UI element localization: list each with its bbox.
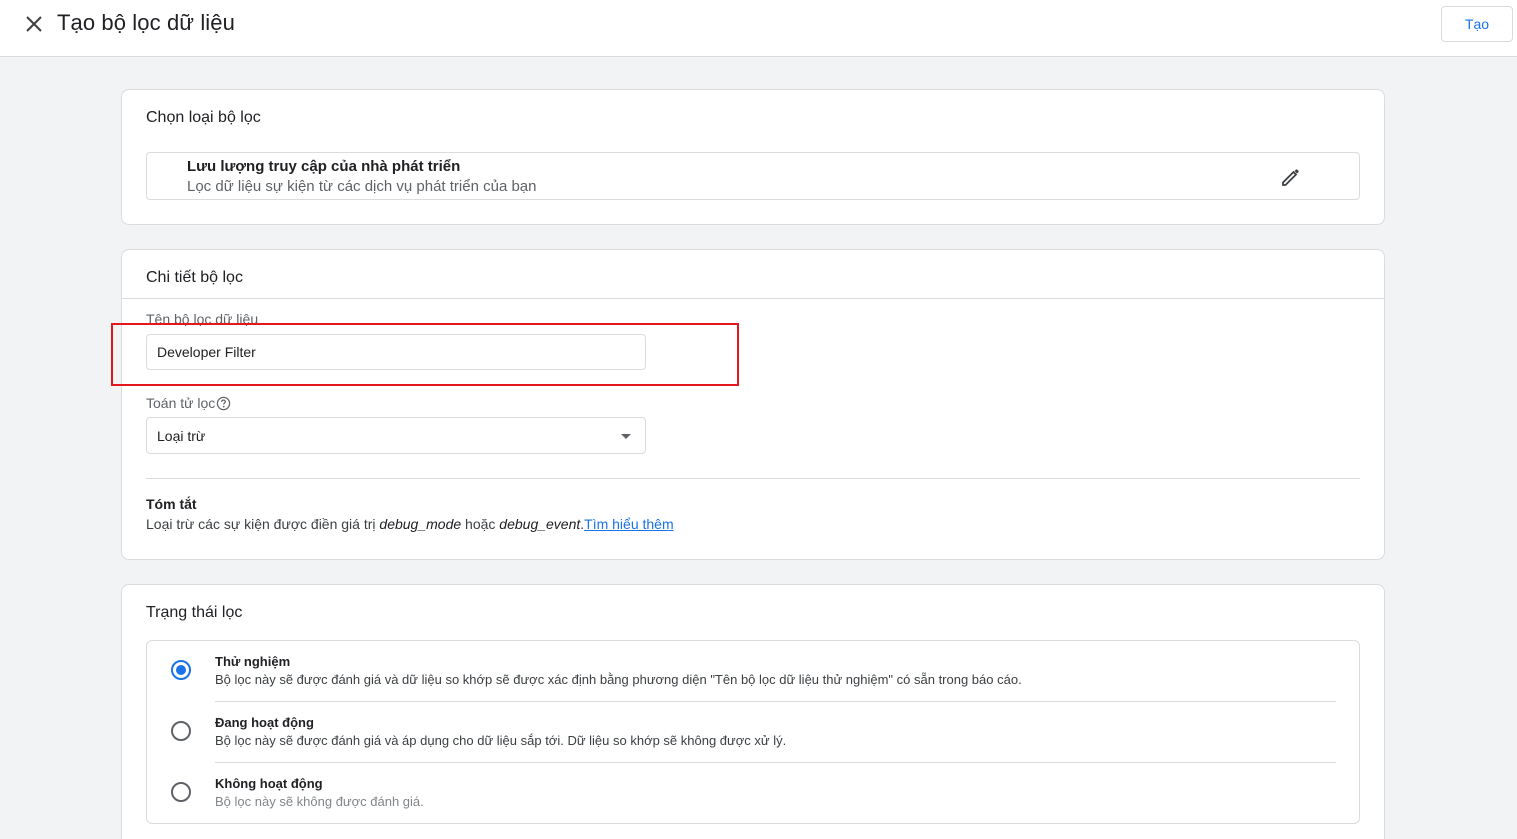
state-option-description: Bộ lọc này sẽ được đánh giá và áp dụng c… — [215, 733, 787, 748]
filter-type-description: Lọc dữ liệu sự kiện từ các dịch vụ phát … — [187, 178, 537, 195]
state-option-description: Bộ lọc này sẽ không được đánh giá. — [215, 794, 424, 809]
filter-details-card-title: Chi tiết bộ lọc — [146, 269, 243, 286]
divider — [146, 478, 1360, 479]
divider — [122, 298, 1384, 299]
state-option-active[interactable]: Đang hoạt động Bộ lọc này sẽ được đánh g… — [147, 702, 1359, 763]
filter-type-card: Chọn loại bộ lọc Lưu lượng truy cập của … — [121, 89, 1385, 225]
edit-pencil-icon[interactable] — [1279, 165, 1303, 189]
close-icon[interactable] — [22, 12, 46, 36]
summary-param-debug-event: debug_event — [499, 516, 581, 532]
filter-state-card: Trạng thái lọc Thử nghiệm Bộ lọc này sẽ … — [121, 584, 1385, 839]
summary-middle: hoặc — [461, 516, 500, 532]
radio-testing[interactable] — [171, 660, 191, 680]
summary-param-debug-mode: debug_mode — [379, 516, 462, 532]
filter-operator-select[interactable]: Loại trừ — [146, 417, 646, 454]
summary-prefix: Loại trừ các sự kiện được điền giá trị — [146, 516, 380, 532]
radio-active[interactable] — [171, 721, 191, 741]
filter-operator-value: Loại trừ — [157, 428, 206, 444]
state-option-name: Thử nghiệm — [215, 654, 291, 669]
filter-type-selection[interactable]: Lưu lượng truy cập của nhà phát triển Lọ… — [146, 152, 1360, 200]
filter-details-card: Chi tiết bộ lọc Tên bộ lọc dữ liệu Toán … — [121, 249, 1385, 560]
summary-title: Tóm tắt — [146, 496, 197, 512]
filter-state-options: Thử nghiệm Bộ lọc này sẽ được đánh giá v… — [146, 640, 1360, 824]
radio-inactive[interactable] — [171, 782, 191, 802]
highlight-annotation-box — [111, 323, 739, 386]
help-icon[interactable] — [216, 396, 231, 411]
state-option-description: Bộ lọc này sẽ được đánh giá và dữ liệu s… — [215, 672, 1022, 687]
filter-type-card-title: Chọn loại bộ lọc — [146, 109, 261, 126]
learn-more-link[interactable]: Tìm hiểu thêm — [584, 516, 673, 532]
state-option-testing[interactable]: Thử nghiệm Bộ lọc này sẽ được đánh giá v… — [147, 641, 1359, 702]
filter-operator-label: Toán tử lọc — [146, 395, 216, 411]
state-option-name: Không hoạt động — [215, 776, 323, 791]
filter-type-name: Lưu lượng truy cập của nhà phát triển — [187, 158, 461, 175]
dropdown-arrow-icon — [621, 434, 631, 439]
top-bar: Tạo bộ lọc dữ liệu Tạo — [0, 0, 1517, 57]
summary-text: Loại trừ các sự kiện được điền giá trị d… — [146, 516, 674, 532]
filter-operator-label-row: Toán tử lọc — [146, 395, 231, 411]
state-option-inactive[interactable]: Không hoạt động Bộ lọc này sẽ không được… — [147, 763, 1359, 824]
page-title: Tạo bộ lọc dữ liệu — [57, 10, 235, 35]
filter-state-card-title: Trạng thái lọc — [146, 604, 243, 621]
create-button[interactable]: Tạo — [1441, 6, 1513, 42]
state-option-name: Đang hoạt động — [215, 715, 314, 730]
